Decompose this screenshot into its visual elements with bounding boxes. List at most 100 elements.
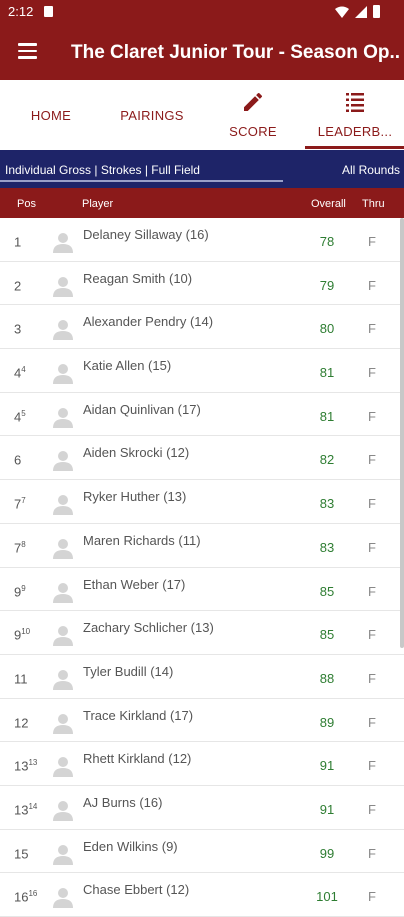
- avatar-icon: [53, 276, 73, 297]
- player-name: Alexander Pendry (14): [83, 314, 214, 330]
- tab-pairings-label: PAIRINGS: [120, 108, 184, 123]
- player-name: Trace Kirkland (17): [83, 707, 194, 723]
- status-icons: [335, 5, 380, 18]
- thru-status: F: [368, 496, 376, 512]
- app-bar: The Claret Junior Tour - Season Op...: [0, 24, 404, 80]
- overall-score: 83: [319, 539, 335, 555]
- filter-underline: [0, 180, 283, 182]
- avatar-icon: [53, 451, 73, 472]
- avatar-icon: [53, 669, 73, 690]
- leaderboard-list: 1 Delaney Sillaway (16) 78 F 2 Reagan Smith (…: [0, 218, 404, 917]
- avatar-icon: [53, 844, 73, 865]
- row-position: 3: [14, 321, 22, 337]
- thru-status: F: [368, 801, 376, 817]
- table-row[interactable]: 6 Aiden Skrocki (12) 82 F: [0, 436, 404, 481]
- avatar-icon: [53, 757, 73, 778]
- avatar-icon: [53, 538, 73, 559]
- table-row[interactable]: 78 Maren Richards (11) 83 F: [0, 523, 404, 568]
- tab-home-label: HOME: [30, 108, 72, 123]
- row-position: 45: [14, 408, 26, 425]
- scrollbar[interactable]: [400, 218, 404, 648]
- tab-score[interactable]: SCORE: [222, 80, 284, 148]
- overall-score: 91: [319, 758, 335, 774]
- row-position: 2: [14, 278, 22, 294]
- player-name: Rhett Kirkland (12): [83, 751, 192, 767]
- player-name: Aidan Quinlivan (17): [83, 401, 201, 417]
- table-row[interactable]: 1313 Rhett Kirkland (12) 91 F: [0, 742, 404, 786]
- sd-card-icon: [44, 6, 53, 17]
- table-row[interactable]: 1616 Chase Ebbert (12) 101 F: [0, 873, 404, 917]
- signal-icon: [355, 5, 367, 18]
- row-position: 12: [14, 714, 29, 730]
- thru-status: F: [368, 365, 376, 381]
- overall-score: 81: [319, 408, 335, 424]
- thru-status: F: [368, 627, 376, 643]
- player-name: Zachary Schlicher (13): [83, 620, 214, 636]
- row-position: 99: [14, 583, 26, 599]
- overall-score: 88: [319, 670, 335, 686]
- tab-home[interactable]: HOME: [20, 80, 82, 148]
- menu-icon[interactable]: [18, 43, 37, 59]
- table-row[interactable]: 99 Ethan Weber (17) 85 F: [0, 567, 404, 612]
- player-name: Aiden Skrocki (12): [83, 445, 190, 461]
- row-position: 1616: [14, 889, 38, 905]
- thru-status: F: [368, 452, 376, 468]
- row-position: 1: [14, 234, 22, 250]
- player-name: Reagan Smith (10): [83, 270, 193, 286]
- table-row[interactable]: 3 Alexander Pendry (14) 80 F: [0, 305, 404, 350]
- wifi-icon: [335, 6, 349, 18]
- player-name: Tyler Budill (14): [83, 663, 174, 679]
- overall-score: 101: [316, 889, 338, 905]
- thru-status: F: [368, 583, 376, 599]
- thru-status: F: [368, 670, 376, 686]
- tie-index: 4: [21, 365, 26, 375]
- active-tab-indicator: [305, 146, 404, 149]
- player-name: Ryker Huther (13): [83, 489, 187, 505]
- row-position: 11: [14, 671, 28, 687]
- player-name: Delaney Sillaway (16): [83, 227, 209, 242]
- overall-score: 81: [319, 365, 335, 381]
- table-row[interactable]: 2 Reagan Smith (10) 79 F: [0, 261, 404, 306]
- status-bar: 2:12: [0, 0, 404, 24]
- table-row[interactable]: 910 Zachary Schlicher (13) 85 F: [0, 611, 404, 655]
- tie-index: 5: [21, 408, 26, 418]
- row-position: 44: [14, 365, 26, 381]
- avatar-icon: [53, 407, 73, 428]
- avatar-icon: [53, 800, 73, 821]
- tab-leaderboard[interactable]: LEADERB...: [312, 80, 398, 148]
- filter-selector[interactable]: Individual Gross | Strokes | Full Field: [5, 163, 200, 177]
- thru-status: F: [368, 845, 376, 861]
- table-row[interactable]: 77 Ryker Huther (13) 83 F: [0, 480, 404, 524]
- player-name: Chase Ebbert (12): [83, 882, 190, 898]
- overall-score: 83: [319, 496, 335, 512]
- table-row[interactable]: 15 Eden Wilkins (9) 99 F: [0, 829, 404, 874]
- overall-score: 85: [319, 583, 335, 599]
- status-time: 2:12: [8, 4, 34, 19]
- col-pos: Pos: [17, 198, 36, 210]
- avatar-icon: [53, 364, 73, 385]
- col-player: Player: [82, 198, 114, 210]
- avatar-icon: [53, 888, 73, 909]
- row-position: 77: [14, 496, 26, 512]
- app-title: The Claret Junior Tour - Season Op...: [71, 42, 401, 63]
- thru-status: F: [368, 234, 376, 249]
- tab-leaderboard-label: LEADERB...: [317, 124, 393, 139]
- table-row[interactable]: 1 Delaney Sillaway (16) 78 F: [0, 218, 404, 262]
- table-row[interactable]: 44 Katie Allen (15) 81 F: [0, 349, 404, 393]
- table-row[interactable]: 12 Trace Kirkland (17) 89 F: [0, 698, 404, 743]
- table-row[interactable]: 1314 AJ Burns (16) 91 F: [0, 785, 404, 830]
- tie-index: 9: [21, 583, 26, 593]
- overall-score: 99: [319, 845, 335, 861]
- table-row[interactable]: 11 Tyler Budill (14) 88 F: [0, 654, 404, 699]
- rounds-selector[interactable]: All Rounds: [342, 163, 400, 177]
- tab-pairings[interactable]: PAIRINGS: [112, 80, 192, 148]
- table-row[interactable]: 45 Aidan Quinlivan (17) 81 F: [0, 392, 404, 437]
- avatar-icon: [53, 713, 73, 734]
- avatar-icon: [53, 626, 73, 647]
- row-position: 910: [14, 627, 31, 643]
- battery-icon: [373, 5, 380, 18]
- list-icon: [346, 93, 364, 112]
- player-name: Maren Richards (11): [83, 532, 201, 548]
- thru-status: F: [368, 321, 376, 337]
- player-name: Ethan Weber (17): [83, 576, 186, 592]
